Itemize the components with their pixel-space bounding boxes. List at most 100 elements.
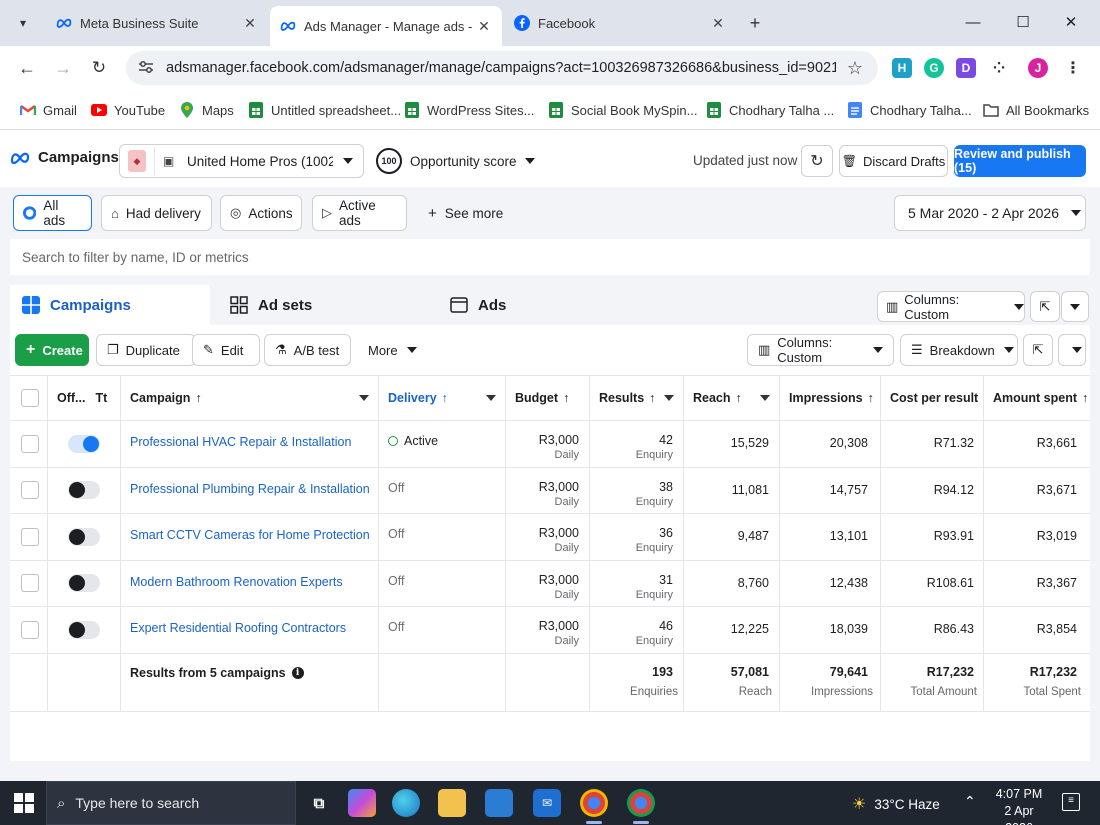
close-tab-icon[interactable]: ✕	[476, 18, 492, 35]
column-header-reach[interactable]: Reach ↑	[684, 376, 780, 420]
campaign-toggle[interactable]	[68, 527, 100, 546]
export-button[interactable]: ⇱	[1023, 334, 1053, 366]
tab-search-chevron-icon[interactable]: ▾	[12, 12, 34, 34]
table-row[interactable]: Expert Residential Roofing Contractors Of…	[10, 607, 1090, 654]
campaign-name-link[interactable]: Modern Bathroom Renovation Experts	[130, 575, 343, 589]
filter-actions[interactable]: ◎ Actions	[220, 195, 302, 231]
notification-icon[interactable]: ≡	[1062, 793, 1080, 811]
review-and-publish-button[interactable]: Review and publish (15)	[954, 145, 1086, 177]
close-tab-icon[interactable]: ✕	[242, 15, 258, 32]
chevron-down-icon[interactable]	[664, 395, 674, 401]
profile-avatar[interactable]: J	[1028, 58, 1048, 78]
reload-icon[interactable]: ↻	[87, 56, 111, 80]
tab-ad-sets[interactable]: Ad sets	[218, 285, 430, 325]
h-extension-icon[interactable]: H	[892, 58, 912, 78]
campaign-toggle[interactable]	[68, 620, 100, 639]
bookmark-all-bookmarks[interactable]: All Bookmarks	[983, 101, 1089, 119]
file-explorer-icon[interactable]	[438, 789, 466, 817]
search-input[interactable]: Search to filter by name, ID or metrics	[10, 239, 1090, 275]
bookmark-wordpress-sites[interactable]: WordPress Sites...	[404, 101, 534, 119]
close-window-icon[interactable]: ✕	[1060, 12, 1082, 34]
site-settings-icon[interactable]	[138, 60, 154, 77]
browser-tab-meta-business-suite[interactable]: Meta Business Suite ✕	[46, 8, 268, 38]
d-extension-icon[interactable]: D	[956, 58, 976, 78]
outlook-icon[interactable]: ✉	[533, 789, 561, 817]
tab-ads[interactable]: Ads	[438, 285, 640, 325]
column-header-campaign[interactable]: Campaign ↑	[121, 376, 379, 420]
campaign-name-link[interactable]: Professional HVAC Repair & Installation	[130, 435, 351, 449]
bookmark-maps[interactable]: Maps	[179, 101, 234, 119]
ad-account-selector[interactable]: ◆ ▣ United Home Pros (1002...	[119, 144, 364, 178]
tab-campaigns[interactable]: Campaigns	[10, 285, 210, 325]
column-header-results[interactable]: Results ↑	[590, 376, 684, 420]
task-view-icon[interactable]: ⧉	[305, 789, 333, 817]
taskbar-search-input[interactable]: ⌕ Type here to search	[46, 781, 296, 825]
bookmark-gmail[interactable]: Gmail	[20, 101, 77, 119]
close-tab-icon[interactable]: ✕	[710, 15, 726, 32]
opportunity-score-button[interactable]: 100 Opportunity score	[376, 148, 535, 174]
see-more-button[interactable]: + See more	[428, 205, 503, 222]
browser-tab-facebook[interactable]: Facebook ✕	[504, 8, 736, 38]
filter-active-ads[interactable]: ▷ Active ads	[312, 195, 407, 231]
column-header-off-on[interactable]: Off... Tt	[48, 376, 121, 420]
browser-tab-ads-manager[interactable]: Ads Manager - Manage ads - ✕	[270, 6, 502, 46]
chevron-down-icon[interactable]	[760, 395, 770, 401]
bookmark-youtube[interactable]: YouTube	[91, 101, 165, 119]
duplicate-button[interactable]: ❐ Duplicate	[96, 334, 196, 366]
row-checkbox[interactable]	[21, 481, 39, 500]
bookmark-chodhary-talha-sheet[interactable]: Chodhary Talha ...	[706, 101, 834, 119]
maximize-window-icon[interactable]: ☐	[1012, 12, 1034, 34]
chevron-down-icon[interactable]	[486, 395, 496, 401]
grammarly-icon[interactable]: G	[924, 58, 944, 78]
export-button-top[interactable]: ⇱	[1030, 291, 1060, 322]
more-options-button[interactable]	[1058, 334, 1086, 366]
chrome-profile-icon[interactable]	[627, 789, 655, 824]
filter-had-delivery[interactable]: ⌂ Had delivery	[101, 195, 212, 231]
more-options-button-top[interactable]	[1061, 291, 1089, 322]
chrome-icon[interactable]	[580, 789, 608, 824]
breakdown-selector[interactable]: ☰ Breakdown	[900, 334, 1018, 366]
system-clock[interactable]: 4:07 PM 2 Apr 2026	[990, 786, 1048, 825]
ab-test-button[interactable]: ⚗ A/B test	[264, 334, 351, 366]
campaign-toggle[interactable]	[68, 434, 100, 453]
table-row[interactable]: Professional HVAC Repair & Installation A…	[10, 421, 1090, 468]
weather-widget[interactable]: ☀ 33°C Haze	[852, 794, 940, 814]
row-checkbox[interactable]	[21, 434, 39, 453]
campaign-toggle[interactable]	[68, 481, 100, 500]
campaign-name-link[interactable]: Expert Residential Roofing Contractors	[130, 621, 346, 635]
more-button[interactable]: More	[358, 334, 424, 366]
campaign-toggle[interactable]	[68, 574, 100, 593]
bookmark-untitled-spreadsheet[interactable]: Untitled spreadsheet...	[248, 101, 401, 119]
table-row[interactable]: Modern Bathroom Renovation Experts Off R3,…	[10, 560, 1090, 607]
column-header-budget[interactable]: Budget ↑	[506, 376, 590, 420]
columns-custom-selector[interactable]: ▥ Columns: Custom	[747, 334, 894, 366]
column-header-delivery[interactable]: Delivery ↑	[379, 376, 506, 420]
select-all-checkbox[interactable]	[21, 389, 39, 407]
windows-start-icon[interactable]	[14, 793, 34, 813]
edge-browser-icon[interactable]	[392, 789, 420, 817]
column-header-amount-spent[interactable]: Amount spent ↑	[984, 376, 1090, 420]
microsoft-store-icon[interactable]	[485, 789, 513, 817]
extensions-puzzle-icon[interactable]: ⁘	[989, 58, 1009, 78]
show-hidden-icons-icon[interactable]: ⌃	[964, 793, 976, 810]
row-checkbox[interactable]	[21, 620, 39, 639]
discard-drafts-button[interactable]: 🗑 Discard Drafts	[839, 145, 948, 177]
row-checkbox[interactable]	[21, 574, 39, 593]
copilot-icon[interactable]	[348, 789, 376, 817]
date-range-picker[interactable]: 5 Mar 2020 - 2 Apr 2026	[894, 195, 1086, 231]
refresh-button[interactable]: ↻	[801, 145, 833, 177]
browser-menu-icon[interactable]: ⋮	[1063, 58, 1083, 78]
table-row[interactable]: Smart CCTV Cameras for Home Protection Of…	[10, 514, 1090, 561]
new-tab-button[interactable]: +	[744, 12, 766, 34]
table-row[interactable]: Professional Plumbing Repair & Installat…	[10, 467, 1090, 514]
create-button[interactable]: + Create	[15, 334, 89, 366]
back-arrow-icon[interactable]: ←	[15, 56, 39, 80]
row-checkbox[interactable]	[21, 527, 39, 546]
column-header-cost-per-result[interactable]: Cost per result↑	[881, 376, 984, 420]
filter-all-ads[interactable]: All ads	[13, 195, 92, 231]
campaign-name-link[interactable]: Smart CCTV Cameras for Home Protection	[130, 528, 370, 542]
bookmark-social-book[interactable]: Social Book MySpin...	[548, 101, 697, 119]
edit-button[interactable]: ✎ Edit	[192, 334, 260, 366]
address-bar[interactable]: adsmanager.facebook.com/adsmanager/manag…	[126, 51, 878, 85]
forward-arrow-icon[interactable]: →	[51, 56, 75, 80]
